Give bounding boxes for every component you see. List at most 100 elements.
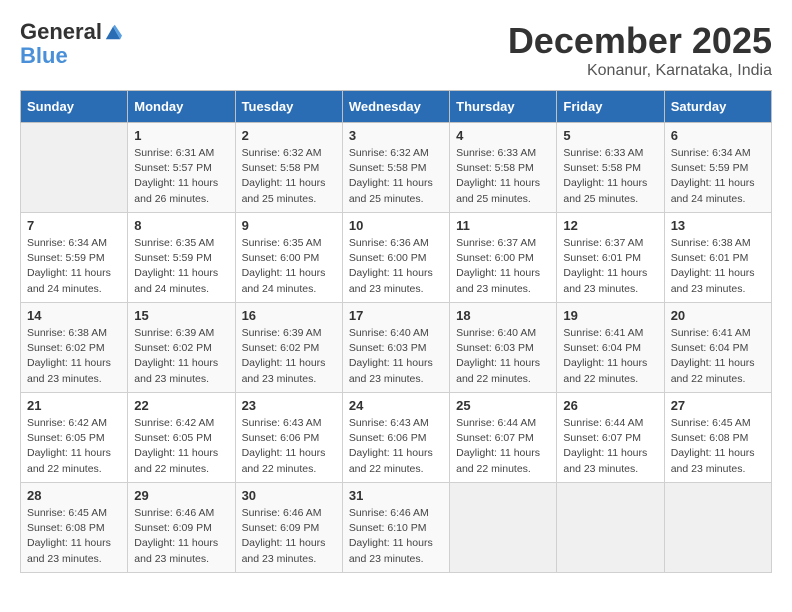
day-info: Sunrise: 6:36 AM Sunset: 6:00 PM Dayligh… [349, 236, 443, 297]
day-info: Sunrise: 6:35 AM Sunset: 6:00 PM Dayligh… [242, 236, 336, 297]
day-number: 13 [671, 218, 765, 233]
day-number: 9 [242, 218, 336, 233]
day-number: 23 [242, 398, 336, 413]
calendar-week-row: 7Sunrise: 6:34 AM Sunset: 5:59 PM Daylig… [21, 213, 772, 303]
calendar-cell: 7Sunrise: 6:34 AM Sunset: 5:59 PM Daylig… [21, 213, 128, 303]
day-number: 24 [349, 398, 443, 413]
month-title: December 2025 [508, 20, 772, 62]
calendar-cell: 26Sunrise: 6:44 AM Sunset: 6:07 PM Dayli… [557, 393, 664, 483]
day-info: Sunrise: 6:42 AM Sunset: 6:05 PM Dayligh… [134, 416, 228, 477]
calendar-header-row: SundayMondayTuesdayWednesdayThursdayFrid… [21, 91, 772, 123]
day-number: 12 [563, 218, 657, 233]
header-cell-monday: Monday [128, 91, 235, 123]
day-number: 19 [563, 308, 657, 323]
calendar-cell: 24 Sunrise: 6:43 AM Sunset: 6:06 PM Dayli… [342, 393, 449, 483]
day-info: Sunrise: 6:44 AM Sunset: 6:07 PM Dayligh… [456, 416, 550, 477]
calendar-cell: 17 Sunrise: 6:40 AM Sunset: 6:03 PM Dayli… [342, 303, 449, 393]
day-info: Sunrise: 6:34 AM Sunset: 5:59 PM Dayligh… [671, 146, 765, 207]
day-number: 2 [242, 128, 336, 143]
day-number: 27 [671, 398, 765, 413]
header-cell-wednesday: Wednesday [342, 91, 449, 123]
calendar-cell: 27 Sunrise: 6:45 AM Sunset: 6:08 PM Dayli… [664, 393, 771, 483]
day-number: 20 [671, 308, 765, 323]
day-info: Sunrise: 6:33 AM Sunset: 5:58 PM Dayligh… [563, 146, 657, 207]
calendar-cell [21, 123, 128, 213]
day-number: 14 [27, 308, 121, 323]
logo-icon [104, 23, 122, 41]
day-number: 7 [27, 218, 121, 233]
day-number: 6 [671, 128, 765, 143]
day-number: 1 [134, 128, 228, 143]
day-info: Sunrise: 6:39 AM Sunset: 6:02 PM Dayligh… [134, 326, 228, 387]
calendar-cell: 10 Sunrise: 6:36 AM Sunset: 6:00 PM Dayli… [342, 213, 449, 303]
day-info: Sunrise: 6:41 AM Sunset: 6:04 PM Dayligh… [563, 326, 657, 387]
calendar-cell: 12 Sunrise: 6:37 AM Sunset: 6:01 PM Dayli… [557, 213, 664, 303]
day-number: 28 [27, 488, 121, 503]
calendar-week-row: 1 Sunrise: 6:31 AM Sunset: 5:57 PM Daylig… [21, 123, 772, 213]
calendar-week-row: 14 Sunrise: 6:38 AM Sunset: 6:02 PM Dayli… [21, 303, 772, 393]
calendar-cell: 1 Sunrise: 6:31 AM Sunset: 5:57 PM Daylig… [128, 123, 235, 213]
day-info: Sunrise: 6:44 AM Sunset: 6:07 PM Dayligh… [563, 416, 657, 477]
logo-text-line1: General [20, 20, 102, 44]
day-info: Sunrise: 6:40 AM Sunset: 6:03 PM Dayligh… [349, 326, 443, 387]
day-number: 10 [349, 218, 443, 233]
calendar-cell: 25 Sunrise: 6:44 AM Sunset: 6:07 PM Dayli… [450, 393, 557, 483]
day-info: Sunrise: 6:32 AM Sunset: 5:58 PM Dayligh… [242, 146, 336, 207]
day-number: 25 [456, 398, 550, 413]
day-number: 18 [456, 308, 550, 323]
day-info: Sunrise: 6:46 AM Sunset: 6:09 PM Dayligh… [242, 506, 336, 567]
day-info: Sunrise: 6:32 AM Sunset: 5:58 PM Dayligh… [349, 146, 443, 207]
header-cell-saturday: Saturday [664, 91, 771, 123]
header-cell-tuesday: Tuesday [235, 91, 342, 123]
calendar-cell: 20 Sunrise: 6:41 AM Sunset: 6:04 PM Dayli… [664, 303, 771, 393]
location: Konanur, Karnataka, India [508, 62, 772, 80]
calendar-cell: 2 Sunrise: 6:32 AM Sunset: 5:58 PM Daylig… [235, 123, 342, 213]
logo: General Blue [20, 20, 122, 68]
day-info: Sunrise: 6:43 AM Sunset: 6:06 PM Dayligh… [349, 416, 443, 477]
calendar-cell: 28 Sunrise: 6:45 AM Sunset: 6:08 PM Dayli… [21, 483, 128, 573]
calendar-cell: 13Sunrise: 6:38 AM Sunset: 6:01 PM Dayli… [664, 213, 771, 303]
calendar-cell [557, 483, 664, 573]
calendar-cell: 23 Sunrise: 6:43 AM Sunset: 6:06 PM Dayli… [235, 393, 342, 483]
day-info: Sunrise: 6:45 AM Sunset: 6:08 PM Dayligh… [671, 416, 765, 477]
calendar-cell: 31 Sunrise: 6:46 AM Sunset: 6:10 PM Dayli… [342, 483, 449, 573]
calendar-cell: 4Sunrise: 6:33 AM Sunset: 5:58 PM Daylig… [450, 123, 557, 213]
day-info: Sunrise: 6:37 AM Sunset: 6:01 PM Dayligh… [563, 236, 657, 297]
day-info: Sunrise: 6:45 AM Sunset: 6:08 PM Dayligh… [27, 506, 121, 567]
day-number: 30 [242, 488, 336, 503]
page-header: General Blue December 2025 Konanur, Karn… [20, 20, 772, 80]
day-number: 3 [349, 128, 443, 143]
calendar-cell: 6 Sunrise: 6:34 AM Sunset: 5:59 PM Daylig… [664, 123, 771, 213]
calendar-cell: 21Sunrise: 6:42 AM Sunset: 6:05 PM Dayli… [21, 393, 128, 483]
calendar-table: SundayMondayTuesdayWednesdayThursdayFrid… [20, 90, 772, 573]
day-number: 31 [349, 488, 443, 503]
day-number: 17 [349, 308, 443, 323]
day-number: 22 [134, 398, 228, 413]
calendar-body: 1 Sunrise: 6:31 AM Sunset: 5:57 PM Daylig… [21, 123, 772, 573]
calendar-cell: 22 Sunrise: 6:42 AM Sunset: 6:05 PM Dayli… [128, 393, 235, 483]
day-info: Sunrise: 6:31 AM Sunset: 5:57 PM Dayligh… [134, 146, 228, 207]
calendar-cell [450, 483, 557, 573]
day-number: 11 [456, 218, 550, 233]
day-info: Sunrise: 6:46 AM Sunset: 6:10 PM Dayligh… [349, 506, 443, 567]
day-info: Sunrise: 6:41 AM Sunset: 6:04 PM Dayligh… [671, 326, 765, 387]
calendar-cell: 16Sunrise: 6:39 AM Sunset: 6:02 PM Dayli… [235, 303, 342, 393]
day-info: Sunrise: 6:43 AM Sunset: 6:06 PM Dayligh… [242, 416, 336, 477]
day-number: 4 [456, 128, 550, 143]
logo-text-line2: Blue [20, 43, 68, 68]
day-info: Sunrise: 6:37 AM Sunset: 6:00 PM Dayligh… [456, 236, 550, 297]
day-info: Sunrise: 6:40 AM Sunset: 6:03 PM Dayligh… [456, 326, 550, 387]
day-number: 29 [134, 488, 228, 503]
header-cell-thursday: Thursday [450, 91, 557, 123]
calendar-cell: 18 Sunrise: 6:40 AM Sunset: 6:03 PM Dayli… [450, 303, 557, 393]
title-block: December 2025 Konanur, Karnataka, India [508, 20, 772, 80]
header-cell-friday: Friday [557, 91, 664, 123]
day-info: Sunrise: 6:35 AM Sunset: 5:59 PM Dayligh… [134, 236, 228, 297]
day-number: 16 [242, 308, 336, 323]
day-info: Sunrise: 6:46 AM Sunset: 6:09 PM Dayligh… [134, 506, 228, 567]
day-info: Sunrise: 6:38 AM Sunset: 6:02 PM Dayligh… [27, 326, 121, 387]
day-number: 15 [134, 308, 228, 323]
calendar-cell [664, 483, 771, 573]
calendar-cell: 19 Sunrise: 6:41 AM Sunset: 6:04 PM Dayli… [557, 303, 664, 393]
calendar-cell: 11 Sunrise: 6:37 AM Sunset: 6:00 PM Dayli… [450, 213, 557, 303]
